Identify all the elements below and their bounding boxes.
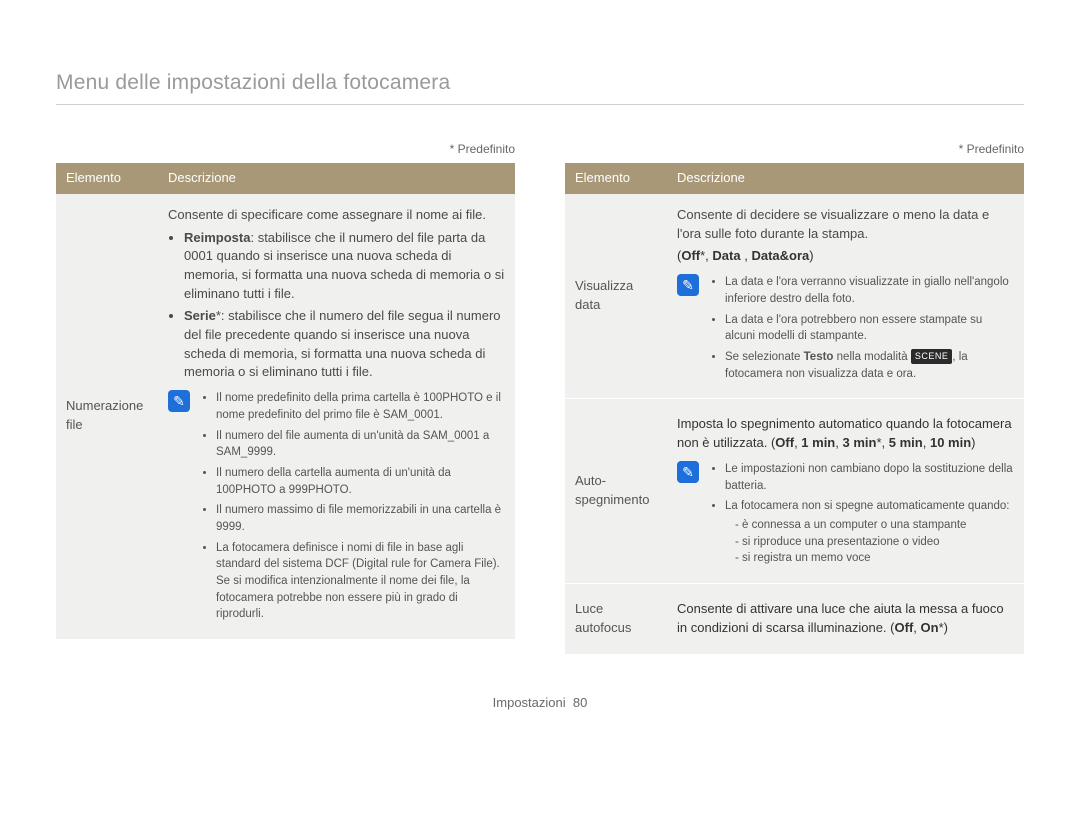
options-line: (Off*, Data , Data&ora) <box>677 247 1014 266</box>
setting-auto-off-label: Auto-spegnimento <box>565 399 667 584</box>
list-item: Reimposta: stabilisce che il numero del … <box>184 229 505 304</box>
predef-label-right: * Predefinito <box>565 141 1024 158</box>
table-row: Visualizza data Consente di decidere se … <box>565 194 1024 399</box>
note-box: ✎ La data e l'ora verranno visualizzate … <box>677 274 1014 386</box>
list-item: La data e l'ora potrebbero non essere st… <box>725 312 1014 345</box>
intro-text: Imposta lo spegnimento automatico quando… <box>677 415 1014 453</box>
predef-label-left: * Predefinito <box>56 141 515 158</box>
list-item: si registra un memo voce <box>735 550 1014 567</box>
list-item: Serie*: stabilisce che il numero del fil… <box>184 307 505 382</box>
table-row: Auto-spegnimento Imposta lo spegnimento … <box>565 399 1024 584</box>
setting-file-numbering-label: Numerazione file <box>56 194 158 639</box>
col-header-elemento: Elemento <box>56 163 158 194</box>
page-title: Menu delle impostazioni della fotocamera <box>56 68 1024 105</box>
list-item: La fotocamera definisce i nomi di file i… <box>216 540 505 623</box>
note-list: Il nome predefinito della prima cartella… <box>200 390 505 627</box>
intro-text: Consente di specificare come assegnare i… <box>168 206 505 225</box>
intro-text: Consente di decidere se visualizzare o m… <box>677 206 1014 244</box>
footer-section: Impostazioni <box>493 695 566 710</box>
col-header-elemento: Elemento <box>565 163 667 194</box>
list-item: Le impostazioni non cambiano dopo la sos… <box>725 461 1014 494</box>
list-item: La data e l'ora verranno visualizzate in… <box>725 274 1014 307</box>
note-box: ✎ Il nome predefinito della prima cartel… <box>168 390 505 627</box>
list-item: Il nome predefinito della prima cartella… <box>216 390 505 423</box>
settings-table-right: Elemento Descrizione Visualizza data Con… <box>565 163 1024 654</box>
intro-text: Consente di attivare una luce che aiuta … <box>677 600 1014 638</box>
setting-af-light-label: Luce autofocus <box>565 583 667 653</box>
right-column: * Predefinito Elemento Descrizione Visua… <box>565 141 1024 653</box>
setting-file-numbering-desc: Consente di specificare come assegnare i… <box>158 194 515 639</box>
page-footer: Impostazioni 80 <box>56 694 1024 713</box>
settings-table-left: Elemento Descrizione Numerazione file Co… <box>56 163 515 639</box>
table-row: Luce autofocus Consente di attivare una … <box>565 583 1024 653</box>
note-icon: ✎ <box>677 461 699 483</box>
list-item: Il numero della cartella aumenta di un'u… <box>216 465 505 498</box>
list-item: Se selezionate Testo nella modalità SCEN… <box>725 349 1014 382</box>
scene-mode-icon: SCENE <box>911 349 953 364</box>
setting-auto-off-desc: Imposta lo spegnimento automatico quando… <box>667 399 1024 584</box>
left-column: * Predefinito Elemento Descrizione Numer… <box>56 141 515 653</box>
col-header-descrizione: Descrizione <box>158 163 515 194</box>
col-header-descrizione: Descrizione <box>667 163 1024 194</box>
setting-display-date-label: Visualizza data <box>565 194 667 399</box>
list-item: si riproduce una presentazione o video <box>735 534 1014 551</box>
list-item: Il numero del file aumenta di un'unità d… <box>216 428 505 461</box>
setting-af-light-desc: Consente di attivare una luce che aiuta … <box>667 583 1024 653</box>
setting-display-date-desc: Consente di decidere se visualizzare o m… <box>667 194 1024 399</box>
list-item: La fotocamera non si spegne automaticame… <box>725 498 1014 567</box>
option-name: Reimposta <box>184 230 250 245</box>
footer-page-number: 80 <box>573 695 587 710</box>
list-item: è connessa a un computer o una stampante <box>735 517 1014 534</box>
note-list: Le impostazioni non cambiano dopo la sos… <box>709 461 1014 571</box>
table-row: Numerazione file Consente di specificare… <box>56 194 515 639</box>
note-list: La data e l'ora verranno visualizzate in… <box>709 274 1014 386</box>
note-icon: ✎ <box>168 390 190 412</box>
list-item: Il numero massimo di file memorizzabili … <box>216 502 505 535</box>
note-icon: ✎ <box>677 274 699 296</box>
note-box: ✎ Le impostazioni non cambiano dopo la s… <box>677 461 1014 571</box>
option-name: Serie <box>184 308 216 323</box>
